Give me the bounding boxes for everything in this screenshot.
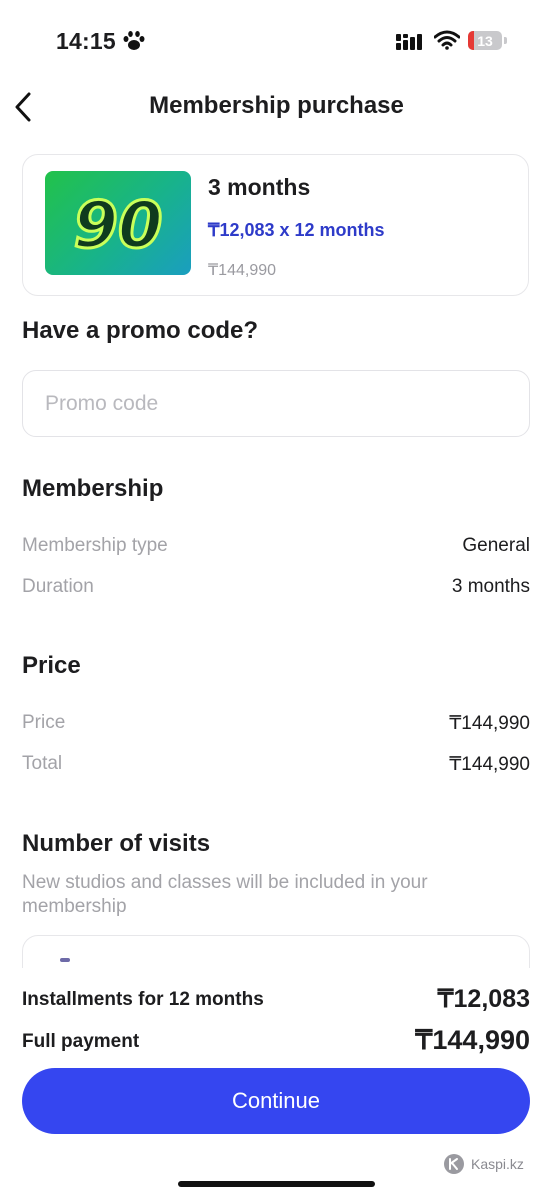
kaspi-logo-icon <box>444 1154 464 1174</box>
product-title: 3 months <box>208 174 311 200</box>
total-value: ₸144,990 <box>449 754 530 775</box>
status-time: 14:15 <box>56 28 116 54</box>
signal-icon <box>396 34 422 50</box>
full-payment-value: ₸144,990 <box>415 1025 530 1055</box>
wifi-icon <box>434 30 460 50</box>
watermark-text: Kaspi.kz <box>471 1156 524 1172</box>
price-label: Price <box>22 712 66 733</box>
product-image-text: 90 <box>73 189 162 263</box>
duration-value: 3 months <box>451 576 530 597</box>
product-image: 90 <box>45 171 191 275</box>
page-title: Membership purchase <box>149 92 404 119</box>
battery-level: 13 <box>477 32 493 49</box>
promo-code-input[interactable] <box>22 370 530 437</box>
installments-value: ₸12,083 <box>437 985 530 1013</box>
promo-heading: Have a promo code? <box>22 317 259 344</box>
membership-type-value: General <box>462 535 530 556</box>
battery-cap <box>504 37 507 44</box>
price-heading: Price <box>22 652 81 679</box>
continue-button[interactable]: Continue <box>22 1068 530 1134</box>
total-label: Total <box>22 753 63 774</box>
watermark: Kaspi.kz <box>443 1153 524 1175</box>
full-payment-label: Full payment <box>22 1031 140 1052</box>
paw-icon <box>123 31 145 50</box>
visits-heading: Number of visits <box>22 830 211 857</box>
membership-heading: Membership <box>22 475 164 502</box>
visits-card-icon <box>60 958 70 962</box>
duration-label: Duration <box>22 576 94 597</box>
price-value: ₸144,990 <box>449 713 530 734</box>
home-indicator <box>178 1181 375 1187</box>
visits-description: New studios and classes will be included… <box>22 872 428 917</box>
product-installment: ₸12,083 x 12 months <box>208 220 385 240</box>
product-price: ₸144,990 <box>208 262 277 279</box>
membership-type-label: Membership type <box>22 535 168 556</box>
installments-label: Installments for 12 months <box>22 989 264 1010</box>
battery-icon: 13 <box>468 31 502 50</box>
